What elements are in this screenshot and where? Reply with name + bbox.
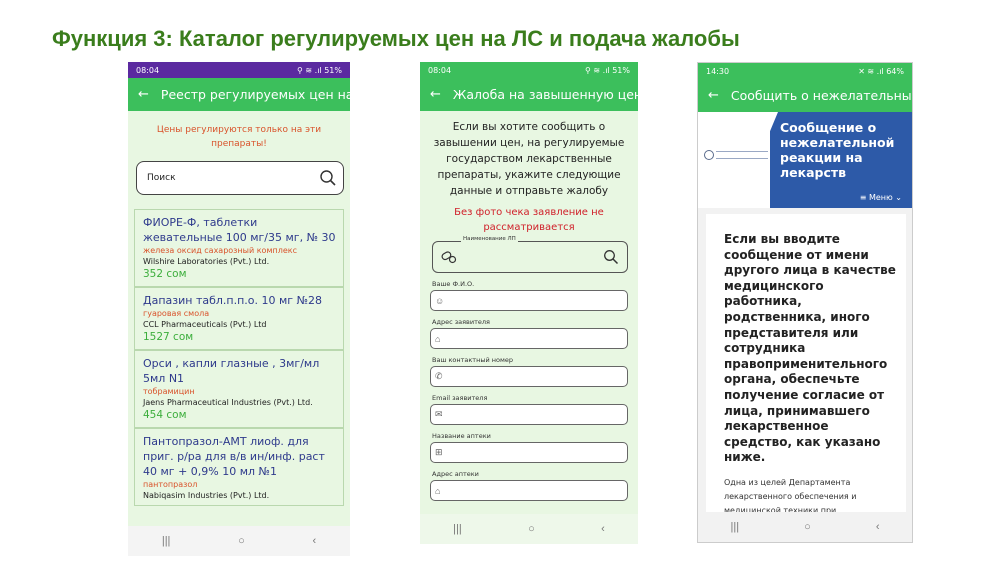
drug-manufacturer: CCL Pharmaceuticals (Pvt.) Ltd (143, 320, 267, 329)
drug-card[interactable]: Орси , капли глазные , 3мг/мл 5мл N1 тоб… (134, 350, 344, 428)
back-button[interactable]: ‹ (876, 521, 880, 533)
drug-name: Орси , капли глазные , 3мг/мл 5мл N1 (143, 357, 320, 385)
back-arrow-icon[interactable]: ← (138, 87, 149, 102)
search-icon[interactable] (603, 249, 619, 265)
recent-apps-button[interactable]: ||| (453, 523, 462, 535)
drug-card[interactable]: ФИОРЕ-Ф, таблетки жевательные 100 мг/35 … (134, 209, 344, 287)
drug-price: 454 сом (143, 409, 187, 421)
user-icon: ☺ (435, 295, 445, 306)
field-label: Адрес заявителя (432, 318, 490, 326)
system-nav-bar: ||| ○ ‹ (698, 512, 912, 542)
pharmacy-icon: ⊞ (435, 447, 443, 457)
drug-price: 352 сом (143, 268, 187, 280)
app-bar-title: Сообщить о нежелательных... (730, 88, 912, 103)
drug-price: 1527 сом (143, 331, 194, 343)
field-label: Email заявителя (432, 394, 488, 402)
consent-heading: Если вы вводите сообщение от имени друго… (724, 232, 896, 465)
status-battery: ⚲ ≋ .ıl 51% (297, 65, 342, 75)
system-nav-bar: ||| ○ ‹ (420, 514, 638, 544)
applicant-address-input[interactable]: ⌂ (430, 328, 628, 349)
home-button[interactable]: ○ (238, 535, 245, 547)
banner-title: Сообщение о нежелательной реакции на лек… (780, 120, 895, 180)
field-label: Название аптеки (432, 432, 491, 440)
fio-input[interactable]: ☺ (430, 290, 628, 311)
field-label: Адрес аптеки (432, 470, 479, 478)
department-logo (704, 150, 774, 160)
back-button[interactable]: ‹ (601, 523, 605, 535)
drug-inn: пантопразол (143, 480, 198, 489)
back-arrow-icon[interactable]: ← (430, 87, 441, 102)
field-label: Ваше Ф.И.О. (432, 280, 475, 288)
drug-manufacturer: Jaens Pharmaceutical Industries (Pvt.) L… (143, 398, 313, 407)
slide-title: Функция 3: Каталог регулируемых цен на Л… (52, 26, 740, 51)
recent-apps-button[interactable]: ||| (162, 535, 171, 547)
site-banner: Сообщение о нежелательной реакции на лек… (698, 112, 912, 208)
pills-icon (441, 251, 457, 264)
app-bar: ← Реестр регулируемых цен на... (128, 78, 350, 111)
app-bar-title: Реестр регулируемых цен на... (160, 87, 350, 102)
drug-card[interactable]: Дапазин табл.п.п.о. 10 мг №28 гуаровая с… (134, 287, 344, 350)
content-card: Если вы вводите сообщение от имени друго… (706, 214, 906, 514)
regulated-notice: Цены регулируются только на эти препарат… (156, 125, 322, 149)
system-nav-bar: ||| ○ ‹ (128, 526, 350, 556)
drug-name: ФИОРЕ-Ф, таблетки жевательные 100 мг/35 … (143, 216, 336, 244)
home-button[interactable]: ○ (804, 521, 811, 533)
card-body-text: Одна из целей Департамента лекарственног… (724, 477, 857, 514)
status-battery: ⚲ ≋ .ıl 51% (585, 65, 630, 75)
status-bar: 14:30 ✕ ≋ .ıl 64% (698, 63, 912, 79)
phone-adverse-reaction: 14:30 ✕ ≋ .ıl 64% ← Сообщить о нежелател… (697, 62, 913, 543)
status-time: 14:30 (706, 66, 730, 76)
drug-manufacturer: Nabiqasim Industries (Pvt.) Ltd. (143, 491, 270, 500)
menu-button[interactable]: ≡ Меню ⌄ (860, 193, 902, 202)
drug-manufacturer: Wilshire Laboratories (Pvt.) Ltd. (143, 257, 270, 266)
drug-name: Пантопразол-АМТ лиоф. для приг. р/ра для… (143, 435, 325, 478)
drug-name-field[interactable]: Наименование ЛП (432, 236, 628, 273)
seal-icon (704, 150, 714, 160)
status-time: 08:04 (428, 65, 452, 75)
back-button[interactable]: ‹ (312, 535, 316, 547)
search-placeholder: Поиск (147, 173, 176, 183)
home-button[interactable]: ○ (528, 523, 535, 535)
pharmacy-address-input[interactable]: ⌂ (430, 480, 628, 501)
field-label: Ваш контактный номер (432, 356, 514, 364)
receipt-warning: Без фото чека заявление не рассматривает… (454, 207, 604, 233)
status-time: 08:04 (136, 65, 160, 75)
drug-name: Дапазин табл.п.п.о. 10 мг №28 (143, 294, 323, 307)
drug-card[interactable]: Пантопразол-АМТ лиоф. для приг. р/ра для… (134, 428, 344, 506)
drug-field-label: Наименование ЛП (461, 236, 518, 242)
phone-input[interactable]: ✆ (430, 366, 628, 387)
status-bar: 08:04 ⚲ ≋ .ıl 51% (420, 62, 638, 78)
recent-apps-button[interactable]: ||| (731, 521, 740, 533)
app-bar-title: Жалоба на завышенную цену (452, 87, 638, 102)
app-bar: ← Жалоба на завышенную цену (420, 78, 638, 111)
app-bar: ← Сообщить о нежелательных... (698, 79, 912, 112)
drug-inn: железа оксид сахарозный комплекс (143, 246, 297, 255)
email-input[interactable]: ✉ (430, 404, 628, 425)
status-bar: 08:04 ⚲ ≋ .ıl 51% (128, 62, 350, 78)
search-input[interactable]: Поиск (136, 161, 344, 195)
drug-inn: гуаровая смола (143, 309, 210, 318)
home-icon: ⌂ (435, 333, 441, 344)
home-icon: ⌂ (435, 485, 441, 496)
phone-price-registry: 08:04 ⚲ ≋ .ıl 51% ← Реестр регулируемых … (128, 62, 350, 556)
phone-icon: ✆ (435, 371, 443, 381)
status-battery: ✕ ≋ .ıl 64% (858, 66, 904, 76)
form-intro: Если вы хотите сообщить о завышении цен,… (433, 121, 625, 197)
phone-complaint-form: 08:04 ⚲ ≋ .ıl 51% ← Жалоба на завышенную… (420, 62, 638, 544)
drug-inn: тобрамицин (143, 387, 195, 396)
pharmacy-name-input[interactable]: ⊞ (430, 442, 628, 463)
back-arrow-icon[interactable]: ← (708, 88, 719, 103)
mail-icon: ✉ (435, 409, 443, 419)
search-icon[interactable] (319, 169, 337, 187)
